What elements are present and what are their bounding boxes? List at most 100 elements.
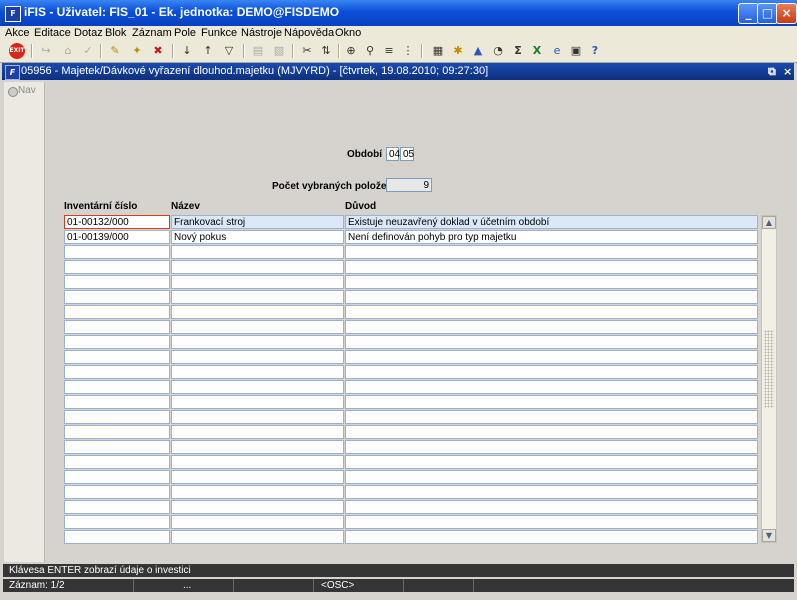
cell-reason[interactable] <box>345 260 758 274</box>
cell-reason[interactable] <box>345 455 758 469</box>
save-icon[interactable]: ↪ <box>38 43 54 59</box>
menu-napoveda[interactable]: Nápověda <box>284 27 334 39</box>
list-icon[interactable]: ≡ <box>381 43 397 59</box>
menu-akce[interactable]: Akce <box>5 27 29 39</box>
cell-reason[interactable] <box>345 500 758 514</box>
cell-name[interactable] <box>171 275 344 289</box>
cell-inventory-number[interactable] <box>64 290 170 304</box>
cell-reason[interactable] <box>345 440 758 454</box>
cell-inventory-number[interactable] <box>64 305 170 319</box>
cell-name[interactable] <box>171 530 344 544</box>
maximize-button[interactable]: □ <box>757 3 778 24</box>
cell-name[interactable]: Nový pokus <box>171 230 344 244</box>
cell-inventory-number[interactable] <box>64 485 170 499</box>
cell-inventory-number[interactable] <box>64 425 170 439</box>
cell-inventory-number[interactable] <box>64 320 170 334</box>
cell-inventory-number[interactable]: 01-00132/000 <box>64 215 170 229</box>
cell-reason[interactable]: Není definován pohyb pro typ majetku <box>345 230 758 244</box>
sort-desc-icon[interactable]: ↑ <box>200 43 216 59</box>
cell-name[interactable] <box>171 335 344 349</box>
cell-name[interactable] <box>171 395 344 409</box>
cell-reason[interactable] <box>345 350 758 364</box>
insert-record-icon[interactable]: ⊕ <box>343 43 359 59</box>
scroll-grip[interactable] <box>764 330 774 408</box>
cell-reason[interactable] <box>345 335 758 349</box>
print-icon[interactable]: ⌂ <box>60 43 76 59</box>
cell-name[interactable] <box>171 365 344 379</box>
menu-funkce[interactable]: Funkce <box>201 27 237 39</box>
cell-name[interactable] <box>171 290 344 304</box>
cell-reason[interactable] <box>345 425 758 439</box>
nav-label[interactable]: Nav <box>18 85 36 96</box>
cell-inventory-number[interactable] <box>64 395 170 409</box>
cell-inventory-number[interactable] <box>64 365 170 379</box>
cell-reason[interactable] <box>345 245 758 259</box>
query-enter-icon[interactable]: ✎ <box>107 43 123 59</box>
cell-reason[interactable] <box>345 275 758 289</box>
cell-inventory-number[interactable] <box>64 245 170 259</box>
cell-reason[interactable] <box>345 485 758 499</box>
cell-reason[interactable] <box>345 470 758 484</box>
menu-dotaz[interactable]: Dotaz <box>74 27 103 39</box>
cell-name[interactable] <box>171 260 344 274</box>
chart-icon[interactable]: ▲ <box>470 43 486 59</box>
word-icon[interactable]: e <box>549 43 565 59</box>
menu-zaznam[interactable]: Záznam <box>132 27 172 39</box>
cell-name[interactable] <box>171 245 344 259</box>
sort-asc-icon[interactable]: ↓ <box>179 43 195 59</box>
cell-inventory-number[interactable] <box>64 515 170 529</box>
calculator-icon[interactable]: ▣ <box>568 43 584 59</box>
cell-name[interactable] <box>171 470 344 484</box>
cell-name[interactable] <box>171 440 344 454</box>
cell-name[interactable] <box>171 305 344 319</box>
form-close-icon[interactable]: × <box>783 65 792 78</box>
scroll-up-icon[interactable]: ▲ <box>762 216 776 229</box>
columns-icon[interactable]: ⋮ <box>400 43 416 59</box>
cell-inventory-number[interactable] <box>64 440 170 454</box>
cell-reason[interactable] <box>345 365 758 379</box>
help-icon[interactable]: ? <box>587 43 603 59</box>
cell-inventory-number[interactable] <box>64 275 170 289</box>
menu-nastroje[interactable]: Nástroje <box>241 27 282 39</box>
cell-name[interactable] <box>171 410 344 424</box>
settings-icon[interactable]: ✱ <box>450 43 466 59</box>
cell-reason[interactable] <box>345 305 758 319</box>
minimize-button[interactable]: _ <box>738 3 759 24</box>
cell-name[interactable] <box>171 455 344 469</box>
search-icon[interactable]: ⚲ <box>362 43 378 59</box>
excel-icon[interactable]: X <box>529 43 545 59</box>
cell-name[interactable] <box>171 380 344 394</box>
exit-icon[interactable]: EXIT <box>9 43 25 59</box>
commit-icon[interactable]: ✓ <box>80 43 96 59</box>
cell-inventory-number[interactable] <box>64 380 170 394</box>
cell-reason[interactable] <box>345 515 758 529</box>
copy-icon[interactable]: ▧ <box>271 43 287 59</box>
paste-icon[interactable]: ⇅ <box>318 43 334 59</box>
cell-inventory-number[interactable] <box>64 500 170 514</box>
cell-name[interactable] <box>171 515 344 529</box>
cell-inventory-number[interactable]: 01-00139/000 <box>64 230 170 244</box>
cell-reason[interactable] <box>345 530 758 544</box>
cell-name[interactable]: Frankovací stroj <box>171 215 344 229</box>
cell-inventory-number[interactable] <box>64 470 170 484</box>
cell-inventory-number[interactable] <box>64 350 170 364</box>
cell-name[interactable] <box>171 320 344 334</box>
cell-name[interactable] <box>171 485 344 499</box>
query-execute-icon[interactable]: ✦ <box>129 43 145 59</box>
cell-reason[interactable]: Existuje neuzavřený doklad v účetním obd… <box>345 215 758 229</box>
cell-inventory-number[interactable] <box>64 530 170 544</box>
cell-name[interactable] <box>171 500 344 514</box>
menu-blok[interactable]: Blok <box>105 27 126 39</box>
cell-inventory-number[interactable] <box>64 455 170 469</box>
cell-reason[interactable] <box>345 290 758 304</box>
sum-icon[interactable]: Σ <box>510 43 526 59</box>
cell-reason[interactable] <box>345 410 758 424</box>
cell-reason[interactable] <box>345 320 758 334</box>
cell-inventory-number[interactable] <box>64 410 170 424</box>
cell-inventory-number[interactable] <box>64 260 170 274</box>
menu-editace[interactable]: Editace <box>34 27 71 39</box>
cell-reason[interactable] <box>345 395 758 409</box>
menu-okno[interactable]: Okno <box>335 27 361 39</box>
cell-reason[interactable] <box>345 380 758 394</box>
period-month-field[interactable]: 04 <box>386 147 400 161</box>
